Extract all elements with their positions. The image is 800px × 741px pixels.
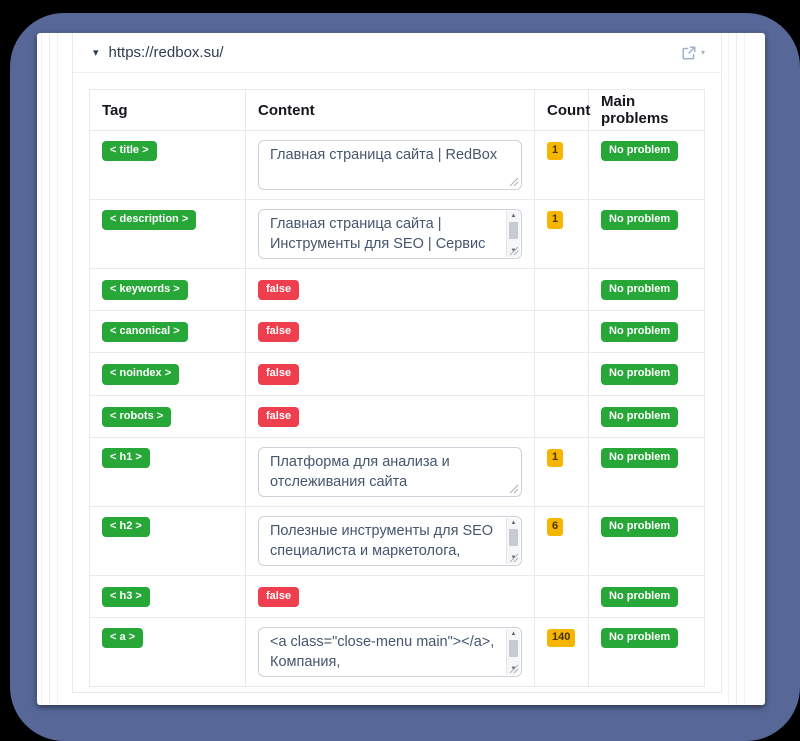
- empty-count-cell: [535, 269, 589, 310]
- table-row-canonical: < canonical > false No problem: [90, 311, 704, 353]
- table-row-noindex: < noindex > false No problem: [90, 353, 704, 395]
- count-badge: 1: [547, 449, 563, 467]
- count-badge: 1: [547, 142, 563, 160]
- page-edge-line: [57, 33, 58, 705]
- page-url[interactable]: https://redbox.su/: [109, 44, 224, 61]
- table-row-a: < a > <a class="close-menu main"></a>, К…: [90, 618, 704, 686]
- false-badge: false: [258, 407, 299, 427]
- problem-badge: No problem: [601, 322, 678, 342]
- empty-count-cell: [535, 576, 589, 617]
- table-row-h3: < h3 > false No problem: [90, 576, 704, 618]
- count-badge: 140: [547, 629, 575, 647]
- textarea-text: <a class="close-menu main"></a>, Компани…: [270, 632, 495, 672]
- resize-grip-icon[interactable]: [509, 484, 519, 494]
- tag-badge: < h3 >: [102, 587, 150, 607]
- tag-badge: < description >: [102, 210, 196, 230]
- scrollbar-thumb[interactable]: [509, 529, 518, 546]
- scroll-up-icon[interactable]: ▲: [511, 213, 517, 219]
- page-edge-line: [736, 33, 737, 705]
- content-textarea[interactable]: Платформа для анализа и отслеживания сай…: [258, 447, 522, 497]
- tag-badge: < noindex >: [102, 364, 179, 384]
- url-report-card: ▾ https://redbox.su/ ▾ Tag Content Count: [72, 33, 722, 693]
- textarea-text: Главная страница сайта | Инструменты для…: [270, 214, 495, 254]
- page-edge-line: [49, 33, 50, 705]
- table-row-robots: < robots > false No problem: [90, 396, 704, 438]
- external-link-icon: [681, 45, 697, 61]
- content-textarea[interactable]: Главная страница сайта | Инструменты для…: [258, 209, 522, 259]
- false-badge: false: [258, 587, 299, 607]
- table-row-title: < title > Главная страница сайта | RedBo…: [90, 131, 704, 200]
- false-badge: false: [258, 280, 299, 300]
- tag-badge: < robots >: [102, 407, 171, 427]
- table-row-h2: < h2 > Полезные инструменты для SEO спец…: [90, 507, 704, 576]
- resize-grip-icon[interactable]: [509, 246, 519, 256]
- problem-badge: No problem: [601, 364, 678, 384]
- tag-badge: < a >: [102, 628, 143, 648]
- column-header-content: Content: [246, 90, 535, 130]
- page-edge-line: [744, 33, 745, 705]
- empty-count-cell: [535, 396, 589, 437]
- tag-badge: < title >: [102, 141, 157, 161]
- window-frame: ▾ https://redbox.su/ ▾ Tag Content Count: [10, 13, 800, 741]
- empty-count-cell: [535, 353, 589, 394]
- table-row-description: < description > Главная страница сайта |…: [90, 200, 704, 269]
- seo-tags-table: Tag Content Count Main problems < title …: [89, 89, 705, 687]
- table-row-keywords: < keywords > false No problem: [90, 269, 704, 311]
- scrollbar-thumb[interactable]: [509, 222, 518, 239]
- resize-grip-icon[interactable]: [509, 553, 519, 563]
- page-edge-line: [728, 33, 729, 705]
- tag-badge: < h2 >: [102, 517, 150, 537]
- problem-badge: No problem: [601, 210, 678, 230]
- problem-badge: No problem: [601, 587, 678, 607]
- table-header-row: Tag Content Count Main problems: [90, 90, 704, 131]
- dropdown-caret-icon: ▾: [701, 48, 705, 57]
- false-badge: false: [258, 364, 299, 384]
- tag-badge: < canonical >: [102, 322, 188, 342]
- content-textarea[interactable]: Главная страница сайта | RedBox: [258, 140, 522, 190]
- problem-badge: No problem: [601, 407, 678, 427]
- problem-badge: No problem: [601, 448, 678, 468]
- scrollbar-thumb[interactable]: [509, 640, 518, 657]
- problem-badge: No problem: [601, 141, 678, 161]
- textarea-text: Платформа для анализа и отслеживания сай…: [270, 452, 509, 492]
- problem-badge: No problem: [601, 628, 678, 648]
- page: ▾ https://redbox.su/ ▾ Tag Content Count: [37, 33, 765, 705]
- collapse-caret-icon[interactable]: ▾: [93, 46, 99, 59]
- count-badge: 6: [547, 518, 563, 536]
- table-row-h1: < h1 > Платформа для анализа и отслежива…: [90, 438, 704, 507]
- empty-count-cell: [535, 311, 589, 352]
- problem-badge: No problem: [601, 280, 678, 300]
- resize-grip-icon[interactable]: [509, 664, 519, 674]
- column-header-tag: Tag: [90, 90, 246, 130]
- problem-badge: No problem: [601, 517, 678, 537]
- open-external-button[interactable]: ▾: [681, 45, 705, 61]
- scroll-up-icon[interactable]: ▲: [511, 631, 517, 637]
- tag-badge: < h1 >: [102, 448, 150, 468]
- false-badge: false: [258, 322, 299, 342]
- tag-badge: < keywords >: [102, 280, 188, 300]
- column-header-count: Count: [535, 90, 589, 130]
- url-bar: ▾ https://redbox.su/ ▾: [73, 33, 721, 73]
- count-badge: 1: [547, 211, 563, 229]
- column-header-main-problems: Main problems: [589, 90, 704, 130]
- textarea-text: Главная страница сайта | RedBox: [270, 145, 509, 185]
- textarea-text: Полезные инструменты для SEO специалиста…: [270, 521, 495, 561]
- page-edge-line: [41, 33, 42, 705]
- content-textarea[interactable]: Полезные инструменты для SEO специалиста…: [258, 516, 522, 566]
- scroll-up-icon[interactable]: ▲: [511, 520, 517, 526]
- resize-grip-icon[interactable]: [509, 177, 519, 187]
- content-textarea[interactable]: <a class="close-menu main"></a>, Компани…: [258, 627, 522, 677]
